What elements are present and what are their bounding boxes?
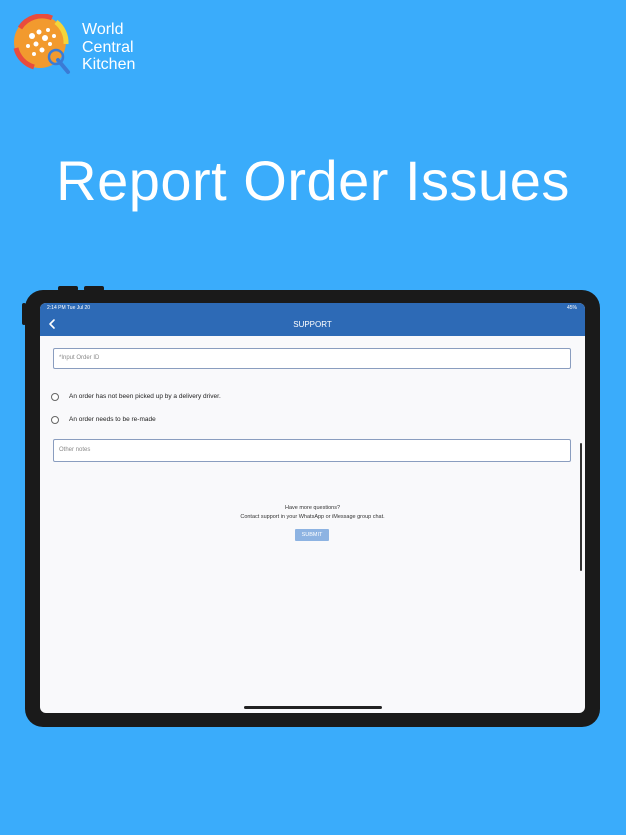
globe-logo-icon xyxy=(13,14,70,74)
wck-logo: World Central Kitchen xyxy=(12,12,162,92)
option-label: An order has not been picked up by a del… xyxy=(69,393,221,400)
status-battery: 45% xyxy=(566,305,577,311)
scrollbar[interactable] xyxy=(580,443,582,571)
logo-line-2: Central xyxy=(82,38,134,56)
tablet-screen: 2:14 PM Tue Jul 20 45% SUPPORT *Input Or… xyxy=(40,303,585,713)
help-text: Contact support in your WhatsApp or iMes… xyxy=(240,514,385,520)
submit-button[interactable]: SUBMIT xyxy=(295,529,329,541)
radio-button[interactable] xyxy=(51,416,59,424)
logo-wordmark: World Central Kitchen xyxy=(82,21,135,74)
status-bar: 2:14 PM Tue Jul 20 45% xyxy=(47,305,577,313)
option-label: An order needs to be re-made xyxy=(69,416,156,423)
other-notes-input[interactable]: Other notes xyxy=(53,439,571,462)
nav-title: SUPPORT xyxy=(293,320,332,329)
home-indicator[interactable] xyxy=(244,706,382,709)
nav-bar: 2:14 PM Tue Jul 20 45% SUPPORT xyxy=(40,303,585,336)
logo-line-3: Kitchen xyxy=(82,56,136,73)
help-heading: Have more questions? xyxy=(284,505,341,511)
radio-button[interactable] xyxy=(51,393,59,401)
status-time: 2:14 PM Tue Jul 20 xyxy=(47,305,91,311)
order-id-input[interactable]: *Input Order ID xyxy=(53,348,571,369)
page-headline: Report Order Issues xyxy=(56,149,570,212)
logo-line-1: World xyxy=(82,21,124,38)
